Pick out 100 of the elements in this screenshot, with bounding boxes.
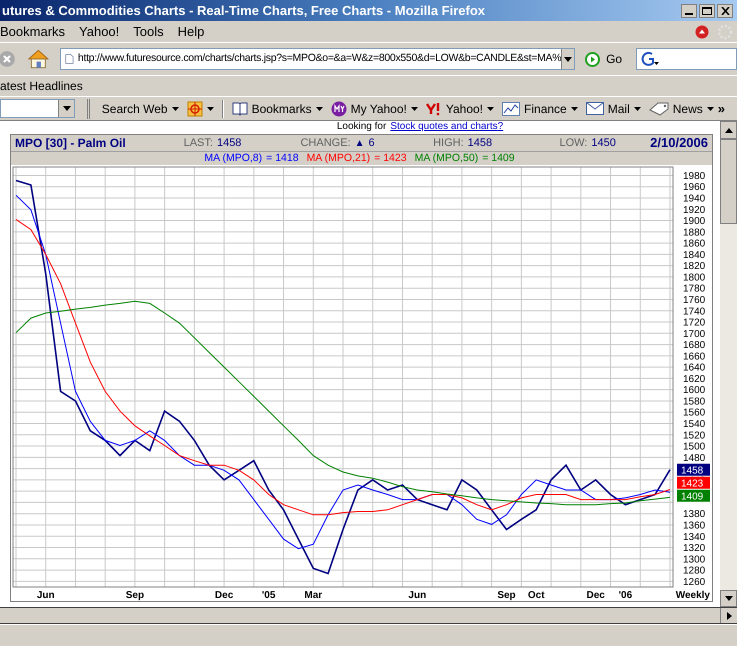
y-axis-label: 1280 bbox=[683, 566, 706, 577]
home-icon[interactable] bbox=[27, 47, 50, 71]
address-field[interactable]: http://www.futuresource.com/charts/charts.jsp?s=MPO&o=&a=W&z=800x550&d=LOW&b=CANDLE&st=MA% bbox=[60, 48, 576, 70]
stat-label: HIGH: bbox=[433, 136, 464, 151]
x-axis-label: Oct bbox=[528, 590, 545, 601]
toolbar-button[interactable]: Mail bbox=[586, 100, 630, 118]
y-axis-label: 1640 bbox=[683, 362, 706, 374]
y-axis-label: 1320 bbox=[683, 543, 706, 554]
price-tag-value: 1409 bbox=[681, 492, 704, 503]
caret-icon[interactable] bbox=[706, 106, 714, 110]
envelope-icon bbox=[586, 102, 604, 115]
more-button[interactable]: » bbox=[718, 98, 725, 118]
x-axis-label: '06 bbox=[618, 590, 632, 601]
y-axis-label: 1940 bbox=[683, 194, 706, 204]
window-title: utures & Commodities Charts - Real-Time Charts, Free Charts - Mozilla Firefox bbox=[2, 2, 486, 20]
menu-item[interactable]: Tools bbox=[133, 22, 164, 42]
x-axis-label: '05 bbox=[262, 590, 276, 601]
search-engine-icon[interactable] bbox=[641, 51, 660, 67]
caret-icon[interactable] bbox=[487, 106, 494, 110]
stat-label: LAST: bbox=[184, 136, 213, 151]
menu-item[interactable]: Yahoo! bbox=[79, 22, 120, 42]
dropdown-button[interactable] bbox=[561, 49, 574, 69]
x-axis-label: Sep bbox=[497, 590, 516, 601]
y-axis-label: 1800 bbox=[683, 272, 706, 284]
stat-label: LOW: bbox=[559, 136, 588, 151]
toolbar-button[interactable]: Search Web bbox=[102, 100, 168, 118]
scroll-thumb[interactable] bbox=[720, 139, 737, 224]
close-button[interactable] bbox=[717, 4, 733, 18]
toolbar-button[interactable]: Finance bbox=[502, 100, 567, 118]
down-arrow-icon bbox=[724, 596, 732, 601]
search-combo[interactable] bbox=[0, 99, 76, 118]
x-axis-label: Dec bbox=[586, 590, 605, 601]
toolbar-button[interactable]: News bbox=[648, 100, 703, 118]
y-axis-label: 1740 bbox=[683, 306, 706, 318]
y-axis-label: 1660 bbox=[683, 351, 706, 362]
tag-icon bbox=[648, 102, 669, 116]
x-axis-label: Jun bbox=[408, 590, 426, 601]
y-axis-label: 1500 bbox=[683, 442, 706, 453]
minimize-button[interactable] bbox=[681, 4, 697, 18]
legend-value: = 1423 bbox=[374, 152, 407, 165]
y-axis-label: 1380 bbox=[683, 509, 706, 520]
y-axis-label: 1700 bbox=[683, 328, 706, 340]
y-axis-label: 1680 bbox=[683, 340, 706, 352]
toolbar-button[interactable]: Bookmarks bbox=[232, 100, 312, 118]
maximize-button[interactable] bbox=[699, 4, 715, 18]
toolbar-button[interactable]: My Yahoo! bbox=[330, 100, 407, 118]
chart-date: 2/10/2006 bbox=[650, 134, 708, 152]
menu-item[interactable]: Help bbox=[178, 22, 204, 42]
x-axis-label: Jun bbox=[36, 590, 55, 601]
alert-icon[interactable] bbox=[695, 24, 709, 38]
caret-icon[interactable] bbox=[316, 106, 323, 110]
right-arrow-icon bbox=[726, 612, 732, 620]
price-tag-value: 1423 bbox=[681, 478, 704, 490]
y-axis-label: 1780 bbox=[683, 284, 706, 295]
crosshair-icon[interactable] bbox=[186, 100, 203, 116]
legend-value: = 1418 bbox=[266, 152, 299, 165]
y-axis-label: 1520 bbox=[683, 430, 706, 442]
y-axis-label: 1560 bbox=[683, 408, 706, 419]
search-field[interactable] bbox=[636, 48, 737, 70]
y-axis-label: 1720 bbox=[683, 318, 706, 329]
up-arrow-icon bbox=[724, 128, 732, 132]
y-axis-label: 1860 bbox=[683, 238, 706, 250]
teaser-link[interactable]: Stock quotes and charts? bbox=[390, 121, 504, 133]
scroll-up-button[interactable] bbox=[720, 121, 737, 139]
legend-label: MA (MPO,8) bbox=[204, 152, 262, 165]
price-tag-value: 1458 bbox=[681, 466, 704, 477]
book-icon bbox=[232, 101, 248, 116]
y-axis-label: 1880 bbox=[683, 227, 706, 238]
y-axis-label: 1920 bbox=[683, 204, 706, 216]
up-arrow: ▲ bbox=[354, 136, 365, 150]
x-axis-label: Dec bbox=[214, 590, 234, 601]
y-axis-label: 1260 bbox=[683, 576, 706, 588]
legend-value: = 1409 bbox=[482, 152, 515, 165]
scroll-down-button[interactable] bbox=[720, 590, 737, 607]
y-axis-label: 1480 bbox=[683, 452, 706, 464]
caret-icon[interactable] bbox=[634, 106, 641, 110]
y-axis-label: 1960 bbox=[683, 182, 706, 194]
y-logo-icon bbox=[426, 102, 442, 116]
stat-label: CHANGE: bbox=[300, 136, 351, 151]
chart-title: MPO [30] - Palm Oil bbox=[15, 135, 127, 152]
bookmark-item[interactable]: atest Headlines bbox=[0, 77, 83, 95]
y-axis-label: 1820 bbox=[683, 261, 706, 272]
caret-icon[interactable] bbox=[206, 106, 214, 110]
horizontal-scrollbar[interactable] bbox=[0, 607, 737, 624]
legend-label: MA (MPO,21) bbox=[306, 152, 370, 165]
y-axis-label: 1540 bbox=[683, 419, 706, 430]
y-axis-label: 1580 bbox=[683, 396, 706, 408]
go-button[interactable]: Go bbox=[585, 50, 622, 68]
caret-icon[interactable] bbox=[172, 106, 179, 110]
y-axis-label: 1620 bbox=[683, 374, 706, 385]
caret-icon[interactable] bbox=[570, 106, 578, 110]
close-icon bbox=[720, 6, 730, 14]
y-axis-label: 1840 bbox=[683, 250, 706, 261]
toolbar-button[interactable]: Yahoo! bbox=[426, 100, 484, 118]
url-text: http://www.futuresource.com/charts/charts.jsp?s=MPO&o=&a=W&z=800x550&d=LOW&b=CANDLE&st=MA% bbox=[78, 51, 562, 66]
menu-item[interactable]: Bookmarks bbox=[0, 22, 66, 42]
caret-icon[interactable] bbox=[410, 106, 418, 110]
circle-badge-icon bbox=[330, 100, 347, 116]
y-axis-label: 1980 bbox=[683, 170, 706, 182]
y-axis-label: 1340 bbox=[683, 532, 706, 543]
